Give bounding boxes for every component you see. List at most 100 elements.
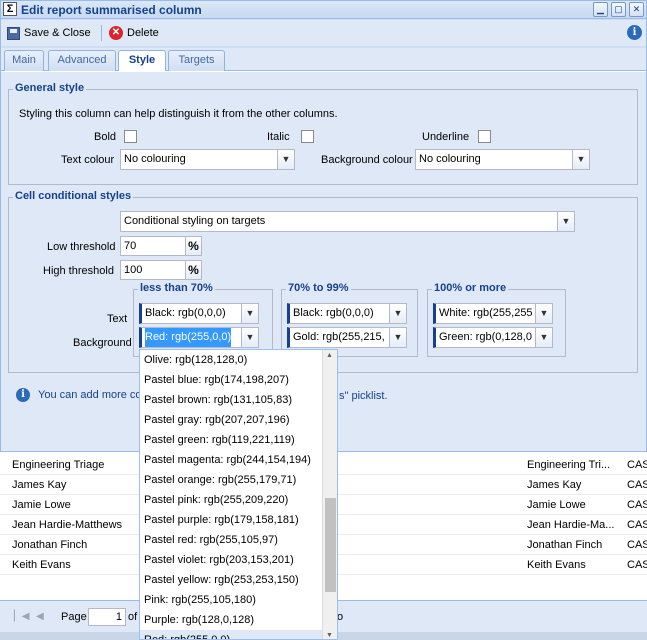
row-name: Keith Evans bbox=[12, 559, 71, 571]
100-or-more-group: 100% or more White: rgb(255,255 ▼ Green:… bbox=[427, 282, 566, 357]
scroll-up-icon[interactable]: ▲ bbox=[326, 352, 333, 359]
row-col2: Keith Evans bbox=[527, 559, 586, 571]
text-colour-select[interactable]: No colouring ▼ bbox=[120, 149, 295, 170]
chevron-down-icon[interactable]: ▼ bbox=[389, 328, 406, 347]
bold-checkbox[interactable] bbox=[124, 130, 137, 143]
group-legend: 70% to 99% bbox=[286, 282, 351, 294]
minimize-button[interactable]: ▁ bbox=[593, 2, 608, 17]
delete-button[interactable]: ✕ Delete bbox=[109, 24, 159, 42]
chevron-down-icon[interactable]: ▼ bbox=[241, 328, 258, 347]
row-col2: James Kay bbox=[527, 479, 582, 491]
list-item[interactable]: Olive: rgb(128,128,0) bbox=[140, 350, 337, 370]
row-name: James Kay bbox=[12, 479, 67, 491]
save-close-button[interactable]: Save & Close bbox=[7, 24, 91, 42]
tab-targets[interactable]: Targets bbox=[168, 50, 225, 71]
group-background-value: Gold: rgb(255,215, bbox=[293, 331, 385, 343]
70-to-99-group: 70% to 99% Black: rgb(0,0,0) ▼ Gold: rgb… bbox=[281, 282, 418, 357]
italic-label: Italic bbox=[267, 131, 290, 143]
list-item[interactable]: Pastel magenta: rgb(244,154,194) bbox=[140, 450, 337, 470]
info-icon[interactable]: i bbox=[627, 25, 642, 40]
group-legend: 100% or more bbox=[432, 282, 509, 294]
conditional-mode-value: Conditional styling on targets bbox=[124, 215, 266, 227]
chevron-down-icon[interactable]: ▼ bbox=[535, 304, 552, 323]
list-item[interactable]: Pastel pink: rgb(255,209,220) bbox=[140, 490, 337, 510]
background-row-label: Background bbox=[73, 337, 132, 349]
info-icon: i bbox=[16, 388, 30, 402]
first-page-icon[interactable]: ▏◀ bbox=[14, 611, 29, 622]
list-item[interactable]: Pink: rgb(255,105,180) bbox=[140, 590, 337, 610]
chevron-down-icon[interactable]: ▼ bbox=[389, 304, 406, 323]
list-item[interactable]: Pastel yellow: rgb(253,253,150) bbox=[140, 570, 337, 590]
list-item[interactable]: Pastel orange: rgb(255,179,71) bbox=[140, 470, 337, 490]
text-colour-label: Text colour bbox=[61, 154, 115, 166]
maximize-button[interactable]: ▢ bbox=[611, 2, 626, 17]
row-name: Jonathan Finch bbox=[12, 539, 88, 551]
sigma-icon: Σ bbox=[3, 2, 17, 16]
tab-main[interactable]: Main bbox=[4, 50, 44, 71]
underline-checkbox[interactable] bbox=[478, 130, 491, 143]
info-note-tail: s" picklist. bbox=[339, 390, 388, 402]
list-item[interactable]: Pastel green: rgb(119,221,119) bbox=[140, 430, 337, 450]
chevron-down-icon[interactable]: ▼ bbox=[557, 212, 574, 231]
row-col3: CAS bbox=[627, 499, 647, 511]
less-than-70-background-select[interactable]: Red: rgb(255,0,0) ▼ bbox=[139, 327, 259, 348]
conditional-mode-select[interactable]: Conditional styling on targets ▼ bbox=[120, 211, 575, 232]
list-item[interactable]: Purple: rgb(128,0,128) bbox=[140, 610, 337, 630]
underline-label: Underline bbox=[422, 131, 470, 143]
list-item[interactable]: Pastel brown: rgb(131,105,83) bbox=[140, 390, 337, 410]
group-text-value: Black: rgb(0,0,0) bbox=[293, 307, 374, 319]
list-item-selected[interactable]: Red: rgb(255,0,0) bbox=[140, 630, 337, 639]
general-style-legend: General style bbox=[13, 82, 87, 94]
chevron-down-icon[interactable]: ▼ bbox=[277, 150, 294, 169]
row-col2: Jonathan Finch bbox=[527, 539, 603, 551]
high-threshold-label: High threshold bbox=[43, 265, 114, 277]
info-note-text: You can add more co bbox=[38, 389, 142, 401]
scrollbar-thumb[interactable] bbox=[325, 498, 336, 592]
page-input[interactable]: 1 bbox=[88, 608, 126, 626]
low-threshold-label: Low threshold bbox=[47, 241, 116, 253]
page-label: Page bbox=[61, 611, 87, 623]
tab-style[interactable]: Style bbox=[118, 50, 166, 72]
tab-advanced[interactable]: Advanced bbox=[48, 50, 116, 71]
70-to-99-text-select[interactable]: Black: rgb(0,0,0) ▼ bbox=[287, 303, 407, 324]
background-colour-select[interactable]: No colouring ▼ bbox=[415, 149, 590, 170]
group-background-value: Green: rgb(0,128,0 bbox=[439, 331, 532, 343]
background-colour-value: No colouring bbox=[419, 153, 481, 165]
dropdown-scrollbar[interactable]: ▲ ▼ bbox=[322, 350, 337, 639]
row-col2: Jamie Lowe bbox=[527, 499, 586, 511]
italic-checkbox[interactable] bbox=[301, 130, 314, 143]
row-col3: CAS bbox=[627, 459, 647, 471]
title-bar[interactable]: Σ Edit report summarised column ▁ ▢ ✕ bbox=[1, 1, 646, 19]
percent-icon: % bbox=[185, 260, 202, 280]
row-name: Jean Hardie-Matthews bbox=[12, 519, 123, 531]
row-col3: CAS bbox=[627, 519, 647, 531]
list-item[interactable]: Pastel red: rgb(255,105,97) bbox=[140, 530, 337, 550]
less-than-70-text-select[interactable]: Black: rgb(0,0,0) ▼ bbox=[139, 303, 259, 324]
list-item[interactable]: Pastel violet: rgb(203,153,201) bbox=[140, 550, 337, 570]
chevron-down-icon[interactable]: ▼ bbox=[572, 150, 589, 169]
group-text-value: White: rgb(255,255 bbox=[439, 307, 532, 319]
scroll-down-icon[interactable]: ▼ bbox=[326, 632, 333, 639]
list-item[interactable]: Pastel blue: rgb(174,198,207) bbox=[140, 370, 337, 390]
row-col2: Engineering Tri... bbox=[527, 459, 611, 471]
conditional-styles-legend: Cell conditional styles bbox=[13, 190, 134, 202]
prev-page-icon[interactable]: ◀ bbox=[36, 611, 44, 622]
colour-dropdown-list: Olive: rgb(128,128,0) Pastel blue: rgb(1… bbox=[139, 349, 338, 640]
100-or-more-background-select[interactable]: Green: rgb(0,128,0 ▼ bbox=[433, 327, 553, 348]
row-col3: CAS bbox=[627, 539, 647, 551]
high-threshold-input[interactable]: 100 bbox=[120, 260, 186, 280]
percent-icon: % bbox=[185, 236, 202, 256]
chevron-down-icon[interactable]: ▼ bbox=[535, 328, 552, 347]
close-button[interactable]: ✕ bbox=[629, 2, 644, 17]
list-item[interactable]: Pastel gray: rgb(207,207,196) bbox=[140, 410, 337, 430]
delete-icon: ✕ bbox=[109, 26, 123, 40]
list-item[interactable]: Pastel purple: rgb(179,158,181) bbox=[140, 510, 337, 530]
row-col3: CAS bbox=[627, 479, 647, 491]
chevron-down-icon[interactable]: ▼ bbox=[241, 304, 258, 323]
100-or-more-text-select[interactable]: White: rgb(255,255 ▼ bbox=[433, 303, 553, 324]
less-than-70-group: less than 70% Black: rgb(0,0,0) ▼ Red: r… bbox=[133, 282, 273, 357]
text-row-label: Text bbox=[107, 313, 128, 325]
low-threshold-input[interactable]: 70 bbox=[120, 236, 186, 256]
info-note: i You can add more co bbox=[16, 388, 142, 402]
70-to-99-background-select[interactable]: Gold: rgb(255,215, ▼ bbox=[287, 327, 407, 348]
